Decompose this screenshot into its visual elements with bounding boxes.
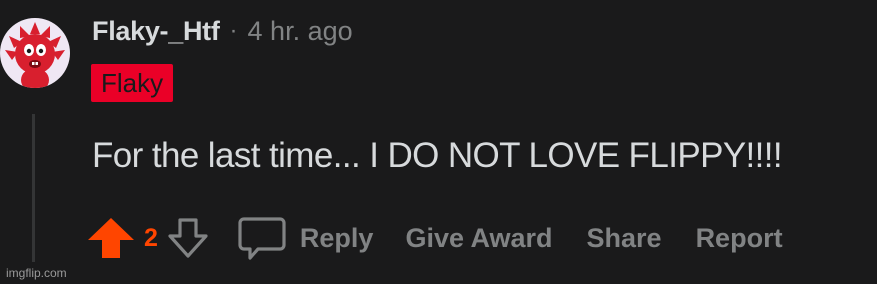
comment: Flaky-_Htf · 4 hr. ago Flaky For the las… — [0, 0, 877, 284]
reply-label: Reply — [299, 222, 374, 253]
report-button[interactable]: Report — [696, 223, 783, 254]
upvote-button[interactable] — [86, 216, 136, 260]
watermark: imgflip.com — [6, 266, 67, 280]
comment-header: Flaky-_Htf · 4 hr. ago — [92, 14, 353, 48]
speech-bubble-icon — [238, 217, 286, 260]
downvote-arrow-icon — [168, 218, 208, 258]
user-avatar[interactable] — [0, 18, 70, 88]
reply-button[interactable]: Reply — [238, 215, 374, 261]
share-button[interactable]: Share — [587, 223, 662, 254]
upvote-arrow-icon — [88, 218, 134, 258]
thread-line[interactable] — [32, 114, 35, 262]
username[interactable]: Flaky-_Htf — [92, 16, 220, 47]
timestamp[interactable]: 4 hr. ago — [248, 16, 353, 47]
avatar-icon — [5, 22, 65, 88]
comment-body: For the last time... I DO NOT LOVE FLIPP… — [92, 136, 783, 175]
separator-dot: · — [229, 17, 238, 44]
user-flair: Flaky — [91, 64, 174, 102]
comment-actions: 2 Reply Give Award Share Report — [86, 212, 783, 264]
vote-count: 2 — [144, 223, 158, 252]
downvote-button[interactable] — [166, 216, 210, 260]
give-award-button[interactable]: Give Award — [405, 223, 552, 254]
